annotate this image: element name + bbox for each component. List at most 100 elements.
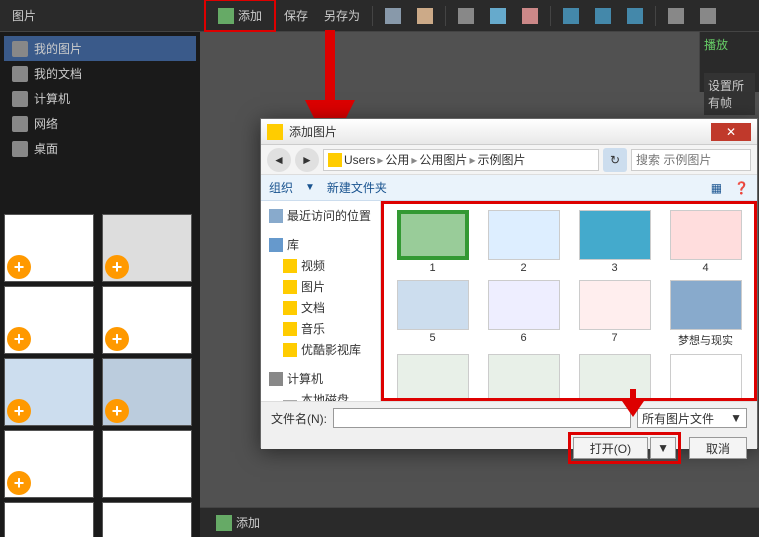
cancel-button[interactable]: 取消 [689, 437, 747, 459]
close-button[interactable]: ✕ [711, 123, 751, 141]
folder-icon [12, 66, 28, 82]
thumbnail[interactable]: + [4, 214, 94, 282]
sidebar-item-my-docs[interactable]: 我的文档 [4, 61, 196, 86]
add-button-highlight: 添加 [204, 0, 276, 32]
filetype-filter[interactable]: 所有图片文件▼ [637, 408, 747, 428]
refresh-button[interactable]: ↻ [603, 148, 627, 172]
mail-button[interactable] [409, 4, 441, 28]
add-image-icon [218, 8, 234, 24]
thumbnail[interactable]: + [102, 358, 192, 426]
add-button[interactable]: 添加 [210, 3, 270, 28]
tree-pic[interactable]: 图片 [279, 276, 376, 297]
file-item[interactable]: 4 [663, 210, 748, 274]
tree-video[interactable]: 视频 [279, 255, 376, 276]
zoomout-button[interactable] [692, 4, 724, 28]
file-name: 7 [572, 332, 657, 344]
bottom-add-label: 添加 [236, 514, 260, 531]
file-item[interactable]: 1 [390, 210, 475, 274]
tree-youku[interactable]: 优酷影视库 [279, 339, 376, 360]
tree-music[interactable]: 音乐 [279, 318, 376, 339]
view-button[interactable]: ▦ [711, 181, 722, 195]
zoomin-button[interactable] [660, 4, 692, 28]
thumbnail[interactable]: + [4, 502, 94, 537]
cancel-label: 取消 [706, 440, 730, 457]
open-button[interactable]: 打开(O) [573, 437, 648, 459]
paste-button[interactable] [514, 4, 546, 28]
file-item[interactable]: 第二章 少年有梦 [663, 354, 748, 401]
file-thumb [670, 280, 742, 330]
bottom-add-button[interactable]: 添加 [208, 510, 268, 535]
sidebar-item-computer[interactable]: 计算机 [4, 86, 196, 111]
saveas-button[interactable]: 另存为 [316, 3, 368, 28]
help-button[interactable]: ❓ [734, 181, 749, 195]
thumbnail[interactable]: + [4, 430, 94, 498]
tree-label: 音乐 [301, 320, 325, 337]
music-icon [283, 322, 297, 336]
organize-menu[interactable]: 组织 [269, 179, 293, 196]
cut-button[interactable] [450, 4, 482, 28]
copy-button[interactable] [482, 4, 514, 28]
sidebar-item-label: 我的文档 [34, 65, 82, 82]
tree-label: 文档 [301, 299, 325, 316]
file-item[interactable]: 3 [572, 210, 657, 274]
thumbnail[interactable]: + [102, 286, 192, 354]
separator [445, 6, 446, 26]
thumbnail[interactable]: + [4, 286, 94, 354]
thumbnail[interactable] [102, 502, 192, 537]
crumb-part[interactable]: 公用 [385, 151, 409, 168]
file-grid: 1 2 3 4 5 6 7 梦想与现实 梦想与现实 梦想与现实 梦想与现实 第二… [390, 210, 748, 401]
tree-label: 图片 [301, 278, 325, 295]
crumb-part[interactable]: Users [344, 153, 375, 167]
zoom-in-icon [668, 8, 684, 24]
thumbnail[interactable]: + [102, 214, 192, 282]
file-item[interactable]: 梦想与现实 [663, 280, 748, 348]
breadcrumb[interactable]: Users▸ 公用▸ 公用图片▸ 示例图片 [323, 149, 599, 171]
file-item[interactable]: 5 [390, 280, 475, 348]
play-button[interactable] [555, 4, 587, 28]
save-label: 保存 [284, 7, 308, 24]
file-item[interactable]: 梦想与现实 [481, 354, 566, 401]
nav-forward-button[interactable]: ► [295, 148, 319, 172]
file-thumb [670, 354, 742, 401]
setall-label[interactable]: 设置所有帧 [704, 73, 755, 115]
tree-label: 本地磁盘 (C:) [301, 391, 372, 401]
folder-tree: 我的图片 我的文档 计算机 网络 桌面 [0, 32, 200, 165]
skip-button[interactable] [619, 4, 651, 28]
open-dropdown-button[interactable]: ▼ [650, 437, 676, 459]
nav-back-button[interactable]: ◄ [267, 148, 291, 172]
file-item[interactable]: 6 [481, 280, 566, 348]
play-label[interactable]: 播放 [704, 36, 755, 53]
next-button[interactable] [587, 4, 619, 28]
thumbnail[interactable]: + [4, 358, 94, 426]
file-thumb [488, 210, 560, 260]
thumbnail[interactable] [102, 430, 192, 498]
sidebar-item-network[interactable]: 网络 [4, 111, 196, 136]
file-item[interactable]: 7 [572, 280, 657, 348]
file-thumb [579, 280, 651, 330]
add-badge-icon: + [105, 255, 129, 279]
tree-computer[interactable]: 计算机 [265, 368, 376, 389]
print-button[interactable] [377, 4, 409, 28]
tree-recent[interactable]: 最近访问的位置 [265, 205, 376, 226]
newfolder-button[interactable]: 新建文件夹 [327, 179, 387, 196]
crumb-part[interactable]: 示例图片 [477, 151, 525, 168]
folder-icon [328, 153, 342, 167]
file-name: 2 [481, 262, 566, 274]
save-button[interactable]: 保存 [276, 3, 316, 28]
search-input[interactable] [631, 149, 751, 171]
file-item[interactable]: 2 [481, 210, 566, 274]
file-item[interactable]: 梦想与现实 [572, 354, 657, 401]
file-item[interactable]: 梦想与现实 [390, 354, 475, 401]
computer-icon [12, 91, 28, 107]
sidebar-item-desktop[interactable]: 桌面 [4, 136, 196, 161]
filename-input[interactable] [333, 408, 631, 428]
sidebar-item-label: 网络 [34, 115, 58, 132]
tree-drive-c[interactable]: 本地磁盘 (C:) [279, 389, 376, 401]
crumb-part[interactable]: 公用图片 [419, 151, 467, 168]
tree-lib[interactable]: 库 [265, 234, 376, 255]
sidebar-item-my-pictures[interactable]: 我的图片 [4, 36, 196, 61]
file-thumb [579, 210, 651, 260]
tree-doc[interactable]: 文档 [279, 297, 376, 318]
filter-label: 所有图片文件 [642, 410, 714, 427]
file-name: 4 [663, 262, 748, 274]
